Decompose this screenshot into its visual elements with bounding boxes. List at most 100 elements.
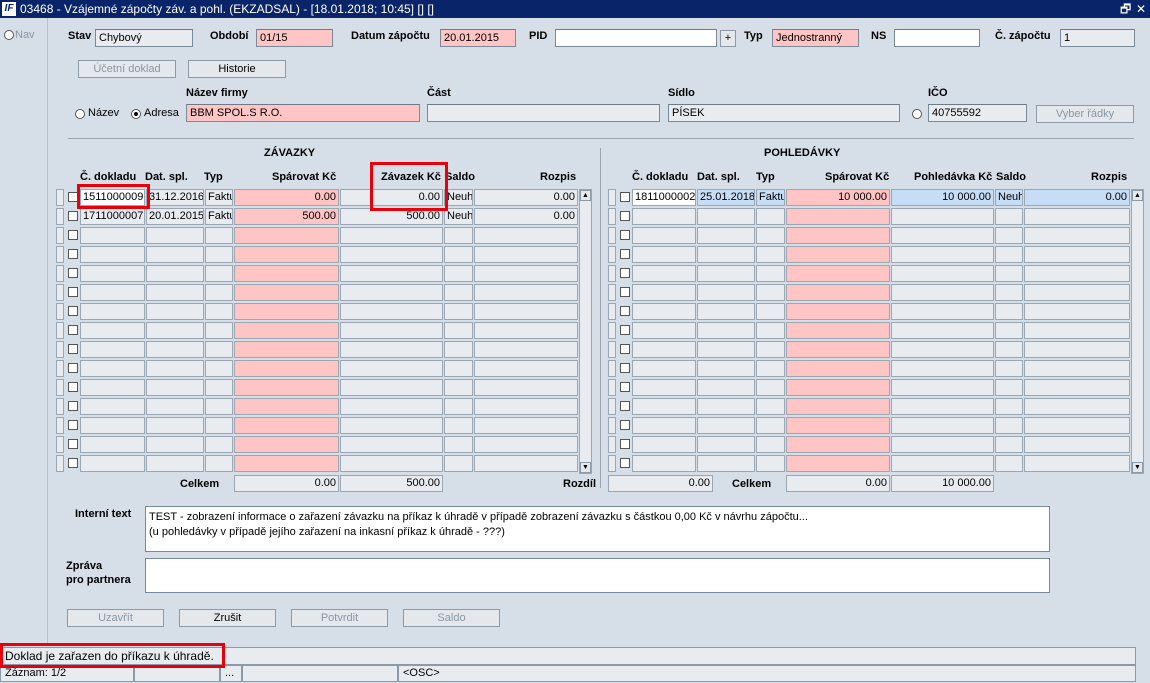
row-checkbox[interactable]: [620, 382, 630, 392]
row-marker[interactable]: [608, 360, 616, 377]
table-cell[interactable]: [474, 322, 578, 339]
table-cell[interactable]: [234, 436, 339, 453]
table-cell[interactable]: 20.01.2015: [146, 208, 204, 225]
table-cell[interactable]: [444, 246, 473, 263]
table-cell[interactable]: [756, 227, 785, 244]
row-checkbox[interactable]: [68, 344, 78, 354]
table-cell[interactable]: [80, 398, 145, 415]
table-cell[interactable]: [995, 436, 1023, 453]
table-cell[interactable]: [340, 322, 443, 339]
table-cell[interactable]: [756, 455, 785, 472]
table-cell[interactable]: [632, 398, 696, 415]
table-cell[interactable]: [205, 360, 233, 377]
table-cell[interactable]: [632, 341, 696, 358]
row-checkbox[interactable]: [620, 211, 630, 221]
table-cell[interactable]: [756, 246, 785, 263]
row-checkbox[interactable]: [68, 401, 78, 411]
scroll-up-icon[interactable]: ▲: [1132, 190, 1143, 201]
table-cell[interactable]: [234, 284, 339, 301]
table-cell[interactable]: [205, 284, 233, 301]
table-cell[interactable]: [234, 398, 339, 415]
table-cell[interactable]: [891, 341, 994, 358]
table-cell[interactable]: [340, 379, 443, 396]
table-cell[interactable]: [146, 303, 204, 320]
table-cell[interactable]: [474, 455, 578, 472]
table-cell[interactable]: [891, 208, 994, 225]
table-cell[interactable]: [340, 341, 443, 358]
table-cell[interactable]: [756, 379, 785, 396]
table-cell[interactable]: [80, 227, 145, 244]
table-cell[interactable]: [632, 265, 696, 282]
table-cell[interactable]: [786, 379, 890, 396]
row-checkbox[interactable]: [620, 192, 630, 202]
row-marker[interactable]: [608, 398, 616, 415]
table-cell[interactable]: [995, 227, 1023, 244]
table-cell[interactable]: [474, 303, 578, 320]
row-checkbox[interactable]: [620, 325, 630, 335]
row-checkbox[interactable]: [620, 306, 630, 316]
table-cell[interactable]: [474, 227, 578, 244]
row-marker[interactable]: [608, 227, 616, 244]
historie-button[interactable]: Historie: [188, 60, 286, 78]
table-cell[interactable]: [786, 322, 890, 339]
table-cell[interactable]: [697, 227, 755, 244]
row-checkbox[interactable]: [68, 458, 78, 468]
table-cell[interactable]: [474, 436, 578, 453]
row-marker[interactable]: [56, 436, 64, 453]
table-cell[interactable]: [786, 303, 890, 320]
table-cell[interactable]: Neuh: [995, 189, 1023, 206]
table-cell[interactable]: [891, 303, 994, 320]
table-cell[interactable]: [995, 379, 1023, 396]
table-cell[interactable]: [891, 322, 994, 339]
row-checkbox[interactable]: [68, 420, 78, 430]
table-cell[interactable]: [80, 436, 145, 453]
table-cell[interactable]: [995, 417, 1023, 434]
table-cell[interactable]: [786, 436, 890, 453]
row-checkbox[interactable]: [620, 230, 630, 240]
table-cell[interactable]: [146, 284, 204, 301]
table-cell[interactable]: [80, 379, 145, 396]
scroll-up-icon[interactable]: ▲: [580, 190, 591, 201]
table-cell[interactable]: [756, 398, 785, 415]
row-checkbox[interactable]: [68, 363, 78, 373]
table-cell[interactable]: [205, 455, 233, 472]
table-cell[interactable]: [891, 417, 994, 434]
table-cell[interactable]: [340, 227, 443, 244]
row-marker[interactable]: [608, 417, 616, 434]
table-cell[interactable]: [891, 284, 994, 301]
table-cell[interactable]: [786, 398, 890, 415]
zprava-field[interactable]: [145, 558, 1050, 593]
table-cell[interactable]: Faktu: [205, 189, 233, 206]
table-cell[interactable]: [697, 398, 755, 415]
pid-add-button[interactable]: +: [720, 30, 736, 47]
table-cell[interactable]: Neuh: [444, 189, 473, 206]
table-cell[interactable]: [474, 265, 578, 282]
table-cell[interactable]: [80, 265, 145, 282]
nazev-firmy-field[interactable]: BBM SPOL.S R.O.: [186, 104, 420, 122]
table-cell[interactable]: [146, 436, 204, 453]
table-cell[interactable]: [80, 360, 145, 377]
radio-nazev[interactable]: [75, 109, 85, 119]
row-marker[interactable]: [608, 322, 616, 339]
table-cell[interactable]: [632, 436, 696, 453]
table-cell[interactable]: [786, 284, 890, 301]
table-cell[interactable]: [756, 208, 785, 225]
table-cell[interactable]: [444, 398, 473, 415]
table-cell[interactable]: 31.12.2016: [146, 189, 204, 206]
close-button[interactable]: ✕: [1136, 0, 1146, 18]
table-cell[interactable]: [474, 246, 578, 263]
row-marker[interactable]: [608, 284, 616, 301]
table-cell[interactable]: [756, 284, 785, 301]
table-cell[interactable]: [234, 417, 339, 434]
table-cell[interactable]: [632, 303, 696, 320]
table-cell[interactable]: [1024, 360, 1130, 377]
row-marker[interactable]: [608, 379, 616, 396]
scroll-down-icon[interactable]: ▼: [580, 462, 591, 473]
table-cell[interactable]: [632, 455, 696, 472]
table-cell[interactable]: [205, 379, 233, 396]
saldo-button[interactable]: Saldo: [403, 609, 500, 627]
row-marker[interactable]: [608, 341, 616, 358]
row-marker[interactable]: [56, 417, 64, 434]
row-checkbox[interactable]: [68, 287, 78, 297]
table-cell[interactable]: [205, 227, 233, 244]
